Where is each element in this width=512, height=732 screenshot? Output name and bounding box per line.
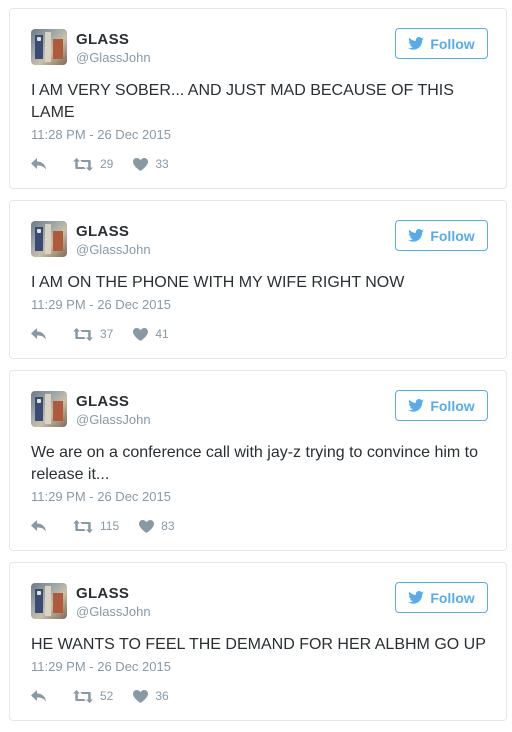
reply-button[interactable] bbox=[31, 328, 47, 340]
follow-label: Follow bbox=[430, 35, 475, 52]
reply-icon bbox=[31, 520, 46, 532]
like-count: 83 bbox=[161, 519, 175, 533]
tweet-actions: 29 33 bbox=[31, 156, 169, 172]
retweet-count: 115 bbox=[100, 519, 120, 533]
avatar[interactable] bbox=[31, 29, 67, 65]
retweet-icon bbox=[73, 519, 93, 533]
retweet-icon bbox=[73, 689, 93, 703]
follow-button[interactable]: Follow bbox=[395, 28, 488, 59]
heart-icon bbox=[139, 519, 155, 533]
display-name[interactable]: GLASS bbox=[76, 393, 129, 410]
tweet-text: We are on a conference call with jay-z t… bbox=[31, 444, 479, 483]
follow-button[interactable]: Follow bbox=[395, 390, 488, 421]
heart-icon bbox=[133, 157, 149, 171]
retweet-button[interactable]: 115 bbox=[73, 519, 119, 533]
retweet-icon bbox=[73, 327, 93, 341]
display-name[interactable]: GLASS bbox=[76, 585, 129, 602]
retweet-button[interactable]: 52 bbox=[73, 689, 113, 703]
tweet-text: HE WANTS TO FEEL THE DEMAND FOR HER ALBH… bbox=[31, 636, 486, 653]
follow-button[interactable]: Follow bbox=[395, 220, 488, 251]
tweet-timestamp[interactable]: 11:29 PM - 26 Dec 2015 bbox=[31, 659, 171, 674]
tweet-card: GLASS @GlassJohn Follow HE WANTS TO FEEL… bbox=[9, 562, 507, 721]
twitter-bird-icon bbox=[408, 229, 425, 242]
user-handle[interactable]: @GlassJohn bbox=[76, 412, 151, 427]
display-name[interactable]: GLASS bbox=[76, 223, 129, 240]
heart-icon bbox=[133, 689, 149, 703]
retweet-count: 29 bbox=[100, 157, 114, 171]
tweet-timestamp[interactable]: 11:28 PM - 26 Dec 2015 bbox=[31, 127, 171, 142]
twitter-bird-icon bbox=[408, 37, 425, 50]
tweet-timestamp[interactable]: 11:29 PM - 26 Dec 2015 bbox=[31, 489, 171, 504]
reply-icon bbox=[31, 158, 46, 170]
reply-button[interactable] bbox=[31, 520, 47, 532]
like-button[interactable]: 36 bbox=[133, 689, 169, 703]
retweet-button[interactable]: 29 bbox=[73, 157, 113, 171]
tweet-card: GLASS @GlassJohn Follow I AM ON THE PHON… bbox=[9, 200, 507, 359]
follow-label: Follow bbox=[430, 397, 475, 414]
avatar[interactable] bbox=[31, 583, 67, 619]
like-count: 36 bbox=[155, 689, 169, 703]
retweet-button[interactable]: 37 bbox=[73, 327, 113, 341]
twitter-bird-icon bbox=[408, 399, 425, 412]
user-handle[interactable]: @GlassJohn bbox=[76, 242, 151, 257]
user-handle[interactable]: @GlassJohn bbox=[76, 604, 151, 619]
tweet-actions: 115 83 bbox=[31, 518, 175, 534]
reply-icon bbox=[31, 328, 46, 340]
follow-button[interactable]: Follow bbox=[395, 582, 488, 613]
avatar[interactable] bbox=[31, 221, 67, 257]
tweet-card: GLASS @GlassJohn Follow I AM VERY SOBER.… bbox=[9, 8, 507, 189]
avatar[interactable] bbox=[31, 391, 67, 427]
heart-icon bbox=[133, 327, 149, 341]
reply-icon bbox=[31, 690, 46, 702]
user-handle[interactable]: @GlassJohn bbox=[76, 50, 151, 65]
retweet-count: 52 bbox=[100, 689, 114, 703]
tweet-actions: 52 36 bbox=[31, 688, 169, 704]
display-name[interactable]: GLASS bbox=[76, 31, 129, 48]
like-button[interactable]: 33 bbox=[133, 157, 169, 171]
tweet-actions: 37 41 bbox=[31, 326, 169, 342]
twitter-bird-icon bbox=[408, 591, 425, 604]
like-count: 41 bbox=[155, 327, 169, 341]
tweet-timestamp[interactable]: 11:29 PM - 26 Dec 2015 bbox=[31, 297, 171, 312]
reply-button[interactable] bbox=[31, 690, 47, 702]
follow-label: Follow bbox=[430, 227, 475, 244]
reply-button[interactable] bbox=[31, 158, 47, 170]
follow-label: Follow bbox=[430, 589, 475, 606]
tweet-feed: GLASS @GlassJohn Follow I AM VERY SOBER.… bbox=[0, 0, 512, 732]
like-button[interactable]: 41 bbox=[133, 327, 169, 341]
like-count: 33 bbox=[155, 157, 169, 171]
tweet-card: GLASS @GlassJohn Follow We are on a conf… bbox=[9, 370, 507, 551]
tweet-text: I AM VERY SOBER... AND JUST MAD BECAUSE … bbox=[31, 82, 454, 121]
retweet-icon bbox=[73, 157, 93, 171]
like-button[interactable]: 83 bbox=[139, 519, 175, 533]
retweet-count: 37 bbox=[100, 327, 114, 341]
tweet-text: I AM ON THE PHONE WITH MY WIFE RIGHT NOW bbox=[31, 274, 405, 291]
